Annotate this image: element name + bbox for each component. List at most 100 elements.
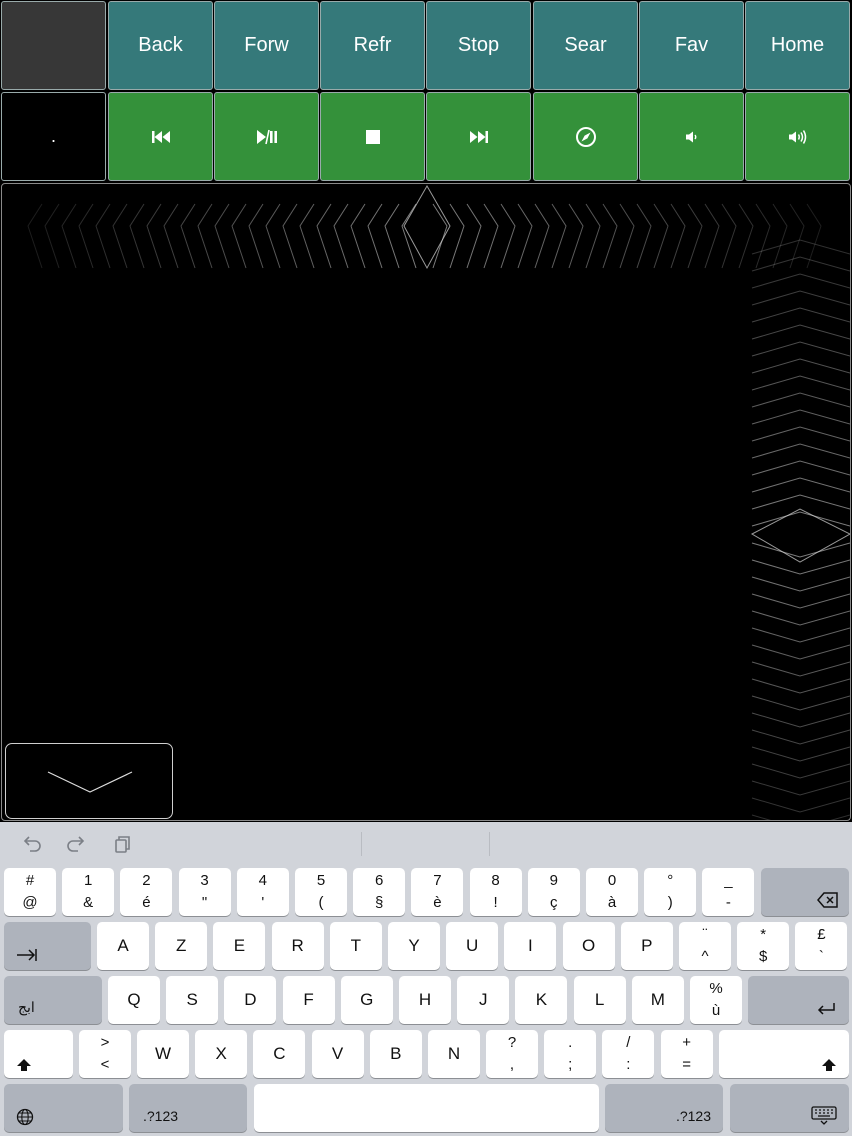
key-a[interactable]: A bbox=[97, 922, 149, 970]
compass-icon bbox=[575, 126, 596, 147]
blank-button[interactable] bbox=[1, 1, 106, 90]
key-label: E bbox=[233, 936, 246, 955]
key-punct-2[interactable]: /: bbox=[602, 1030, 655, 1078]
nav-button-stop[interactable]: Stop bbox=[426, 1, 531, 90]
dot-button[interactable]: . bbox=[1, 92, 106, 181]
key-top-label: 6 bbox=[375, 872, 384, 889]
key-percent[interactable]: % ù bbox=[690, 976, 742, 1024]
nav-button-home[interactable]: Home bbox=[745, 1, 850, 90]
media-button-volume-up[interactable] bbox=[745, 92, 850, 181]
volume-up-icon bbox=[788, 129, 806, 144]
key-10-digit[interactable]: 0à bbox=[586, 868, 638, 916]
key-k[interactable]: K bbox=[515, 976, 568, 1024]
media-button-stop[interactable] bbox=[320, 92, 425, 181]
key-punct-3[interactable]: + = bbox=[660, 1030, 713, 1078]
key-12-digit[interactable]: _ - bbox=[702, 868, 755, 916]
key-v[interactable]: V bbox=[311, 1030, 364, 1078]
media-button-volume-down[interactable] bbox=[639, 92, 744, 181]
nav-button-label: Back bbox=[138, 34, 183, 56]
key-j[interactable]: J bbox=[457, 976, 510, 1024]
key-b[interactable]: B bbox=[369, 1030, 422, 1078]
key-11-digit[interactable]: °) bbox=[644, 868, 697, 916]
nav-button-fav[interactable]: Fav bbox=[639, 1, 744, 90]
nav-button-forw[interactable]: Forw bbox=[214, 1, 319, 90]
key-r[interactable]: R bbox=[271, 922, 324, 970]
key-6-digit[interactable]: 6 § bbox=[353, 868, 406, 916]
key-extra-1[interactable]: * $ bbox=[737, 922, 790, 970]
key-4-digit[interactable]: 4 ' bbox=[236, 868, 289, 916]
key-8-digit[interactable]: 8! bbox=[469, 868, 522, 916]
key-f[interactable]: F bbox=[282, 976, 335, 1024]
key-2-digit[interactable]: 2é bbox=[120, 868, 173, 916]
key-7-digit[interactable]: 7è bbox=[411, 868, 464, 916]
hide-keyboard-key[interactable] bbox=[730, 1084, 849, 1132]
nav-button-sear[interactable]: Sear bbox=[533, 1, 638, 90]
undo-icon[interactable] bbox=[22, 835, 42, 853]
key-punct-1[interactable]: .; bbox=[544, 1030, 597, 1078]
key-bottom-label: ^ bbox=[701, 948, 709, 965]
key-s[interactable]: S bbox=[166, 976, 219, 1024]
key-bottom-label: § bbox=[375, 894, 384, 911]
key-label: X bbox=[215, 1044, 227, 1063]
collapse-button[interactable] bbox=[5, 743, 173, 819]
key-extra-0[interactable]: ¨ ^ bbox=[679, 922, 731, 970]
key-punct-0[interactable]: ?, bbox=[486, 1030, 538, 1078]
key-t[interactable]: T bbox=[329, 922, 382, 970]
globe-key[interactable] bbox=[4, 1084, 123, 1132]
key-q[interactable]: Q bbox=[108, 976, 160, 1024]
tab-icon bbox=[17, 949, 37, 961]
key-bottom-label: è bbox=[433, 894, 442, 911]
space-key[interactable] bbox=[254, 1084, 599, 1132]
arabic-label: ابج bbox=[18, 999, 35, 1015]
key-1-digit[interactable]: 1 & bbox=[62, 868, 115, 916]
touchpad-area[interactable] bbox=[1, 183, 851, 821]
return-key[interactable] bbox=[748, 976, 849, 1024]
key-9-digit[interactable]: 9ç bbox=[527, 868, 580, 916]
key-l[interactable]: L bbox=[573, 976, 626, 1024]
key-5-digit[interactable]: 5( bbox=[295, 868, 347, 916]
key-e[interactable]: E bbox=[213, 922, 266, 970]
key-g[interactable]: G bbox=[340, 976, 393, 1024]
backspace-key[interactable] bbox=[761, 868, 849, 916]
volume-down-icon bbox=[685, 131, 696, 142]
key-h[interactable]: H bbox=[399, 976, 451, 1024]
key-m[interactable]: M bbox=[631, 976, 684, 1024]
key-i[interactable]: I bbox=[504, 922, 557, 970]
key-top-label: 3 bbox=[200, 872, 209, 889]
key-w[interactable]: W bbox=[137, 1030, 189, 1078]
key-top-label: ? bbox=[507, 1034, 517, 1051]
key-n[interactable]: N bbox=[428, 1030, 480, 1078]
key-top-label: % bbox=[709, 980, 723, 997]
key-0-digit[interactable]: # @ bbox=[4, 868, 56, 916]
key-o[interactable]: O bbox=[562, 922, 615, 970]
key-label: T bbox=[350, 936, 361, 955]
key-d[interactable]: D bbox=[224, 976, 277, 1024]
nav-button-back[interactable]: Back bbox=[108, 1, 213, 90]
key-extra-2[interactable]: £ ` bbox=[795, 922, 848, 970]
media-button-compass[interactable] bbox=[533, 92, 638, 181]
key-u[interactable]: U bbox=[446, 922, 499, 970]
backspace-icon bbox=[817, 892, 838, 908]
key-x[interactable]: X bbox=[195, 1030, 248, 1078]
numbers-key-right[interactable]: .?123 bbox=[605, 1084, 723, 1132]
key-3-digit[interactable]: 3 " bbox=[178, 868, 231, 916]
tab-key[interactable] bbox=[4, 922, 91, 970]
shift-key-right[interactable] bbox=[719, 1030, 849, 1078]
paste-icon[interactable] bbox=[113, 835, 133, 853]
key-top-label: 1 bbox=[84, 872, 93, 889]
numbers-key-left[interactable]: .?123 bbox=[129, 1084, 247, 1132]
media-button-next-track[interactable] bbox=[426, 92, 531, 181]
media-button-play-pause[interactable] bbox=[214, 92, 319, 181]
globe-icon bbox=[16, 1108, 34, 1126]
key-c[interactable]: C bbox=[253, 1030, 306, 1078]
media-button-previous-track[interactable] bbox=[108, 92, 213, 181]
key-angle-brackets[interactable]: > < bbox=[79, 1030, 131, 1078]
key-bottom-label: ' bbox=[261, 894, 265, 911]
shift-key-left[interactable] bbox=[4, 1030, 73, 1078]
nav-button-refr[interactable]: Refr bbox=[320, 1, 425, 90]
key-z[interactable]: Z bbox=[155, 922, 208, 970]
arabic-key[interactable]: ابج bbox=[4, 976, 102, 1024]
key-y[interactable]: Y bbox=[388, 922, 440, 970]
redo-icon[interactable] bbox=[66, 835, 86, 853]
key-p[interactable]: P bbox=[620, 922, 673, 970]
